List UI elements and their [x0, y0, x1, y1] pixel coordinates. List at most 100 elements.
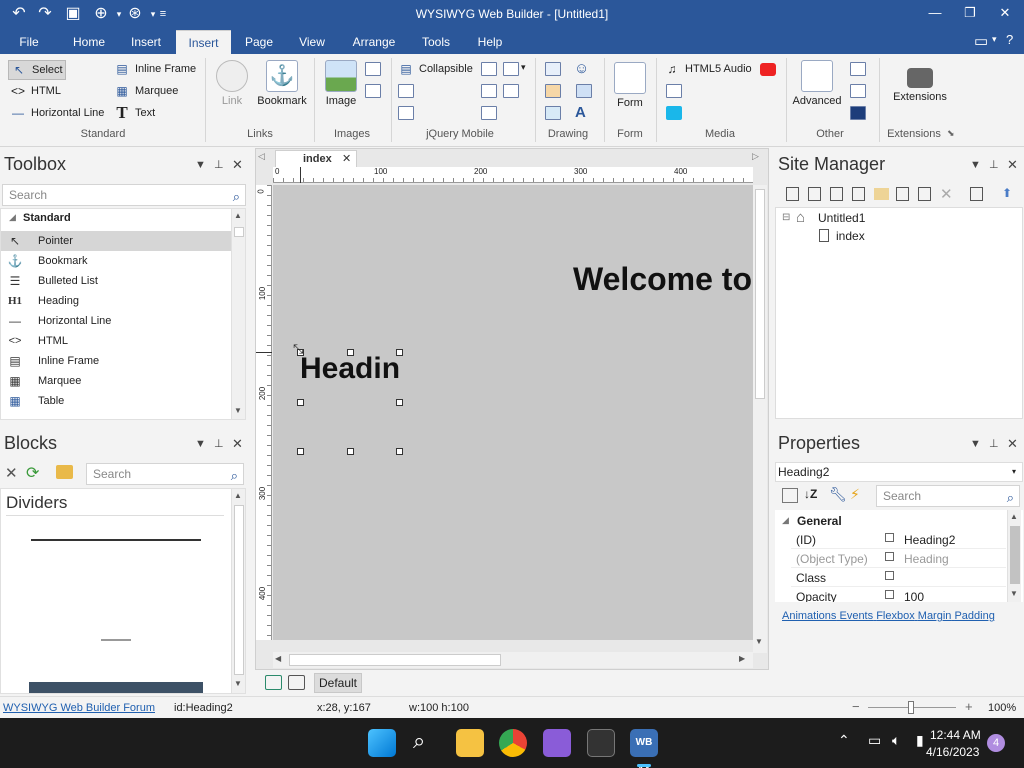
tab-insert[interactable]: Insert: [124, 30, 168, 54]
chevron-up-icon[interactable]: ⌃: [838, 732, 850, 749]
add-layout-icon[interactable]: [265, 675, 282, 690]
close-button[interactable]: ✕: [990, 4, 1020, 22]
scroll-down-icon[interactable]: ▼: [234, 406, 242, 415]
html5-audio-button[interactable]: ♫ HTML5 Audio: [664, 62, 752, 76]
close-icon[interactable]: ✕: [232, 436, 243, 452]
minimize-button[interactable]: —: [920, 4, 950, 22]
scroll-up-icon[interactable]: ▲: [1010, 512, 1018, 521]
pin-icon[interactable]: ⊥: [214, 437, 224, 450]
tab-scroll-right-icon[interactable]: ▷: [752, 151, 759, 162]
categorized-icon[interactable]: [782, 488, 798, 503]
toolbox-item-html[interactable]: <> HTML: [1, 331, 231, 351]
line-icon[interactable]: [545, 106, 561, 120]
zoom-out-icon[interactable]: −: [852, 699, 860, 714]
resize-handle[interactable]: [347, 448, 354, 455]
visual-studio-icon[interactable]: [543, 729, 571, 757]
resize-handle[interactable]: [297, 399, 304, 406]
youtube-icon[interactable]: [760, 63, 776, 76]
divider-block-preview[interactable]: [101, 639, 131, 641]
edit-value-icon[interactable]: [885, 590, 894, 599]
network-icon[interactable]: ▭: [868, 732, 881, 749]
refresh-icon[interactable]: ⟳: [26, 463, 39, 483]
collapse-icon[interactable]: ◢: [782, 515, 789, 526]
image-button[interactable]: Image: [322, 60, 360, 107]
toolbox-item-bookmark[interactable]: ⚓ Bookmark: [1, 251, 231, 271]
welcome-heading[interactable]: Welcome to: [573, 261, 752, 298]
move-up-icon[interactable]: ⬆: [1002, 186, 1012, 200]
tab-file[interactable]: File: [10, 30, 48, 54]
listview-icon[interactable]: [398, 84, 414, 98]
events-link[interactable]: Events: [839, 610, 873, 622]
forum-link[interactable]: WYSIWYG Web Builder Forum: [3, 702, 155, 714]
scroll-down-icon[interactable]: ▼: [755, 637, 763, 646]
menu-icon[interactable]: [850, 84, 866, 98]
close-tab-icon[interactable]: ✕: [342, 152, 351, 165]
wrench-icon[interactable]: 🔧︎: [829, 486, 847, 503]
panel-menu-icon[interactable]: ▼: [195, 438, 206, 450]
divider-block-preview[interactable]: [31, 539, 201, 541]
vimeo-icon[interactable]: [666, 106, 682, 120]
advanced-button[interactable]: Advanced: [790, 60, 844, 107]
resize-handle[interactable]: [396, 349, 403, 356]
delete-icon[interactable]: ✕: [940, 185, 953, 203]
zoom-slider-thumb[interactable]: [908, 701, 914, 714]
web-builder-icon[interactable]: WB 14: [630, 729, 658, 768]
properties-search-input[interactable]: Search ⌕: [876, 485, 1020, 507]
edit-value-icon[interactable]: [885, 552, 894, 561]
navbar-icon[interactable]: [481, 62, 497, 76]
battery-icon[interactable]: ▮: [916, 732, 924, 749]
tab-home[interactable]: Home: [64, 30, 114, 54]
animations-link[interactable]: Animations: [782, 610, 836, 622]
toolbox-scrollbar[interactable]: ▲ ▼: [231, 209, 245, 419]
edit-value-icon[interactable]: [885, 571, 894, 580]
clock-time[interactable]: 12:44 AM: [930, 728, 981, 742]
form-button[interactable]: Form: [612, 62, 648, 109]
zoom-in-icon[interactable]: +: [965, 699, 973, 714]
toolbox-item-pointer[interactable]: ↖ Pointer: [1, 231, 231, 251]
display-icon[interactable]: ▭: [974, 32, 988, 50]
property-row[interactable]: Opacity 100: [791, 587, 1006, 602]
folder-icon[interactable]: [56, 465, 73, 479]
manage-icon[interactable]: [970, 187, 983, 201]
video-icon[interactable]: [666, 84, 682, 98]
shapes-icon[interactable]: [545, 84, 561, 98]
scroll-thumb[interactable]: [1010, 526, 1020, 584]
tab-page[interactable]: Page: [238, 30, 280, 54]
popup-icon[interactable]: [503, 84, 519, 98]
start-icon[interactable]: [368, 729, 396, 757]
page-canvas[interactable]: Welcome to Headin ⤡: [273, 185, 753, 640]
resize-handle[interactable]: [347, 349, 354, 356]
notification-badge[interactable]: 4: [987, 734, 1005, 752]
text-button[interactable]: T Text: [114, 104, 155, 121]
property-row[interactable]: Class: [791, 568, 1006, 587]
divider-block-preview[interactable]: [29, 682, 203, 693]
scroll-down-icon[interactable]: ▼: [234, 679, 242, 688]
new-page-icon[interactable]: [786, 187, 799, 201]
resize-handle[interactable]: [396, 448, 403, 455]
properties-scrollbar[interactable]: ▲ ▼: [1007, 510, 1021, 602]
chevron-down-icon[interactable]: ▾: [1012, 463, 1016, 481]
editor-vertical-scrollbar[interactable]: ▼: [753, 185, 767, 653]
page-properties-icon[interactable]: [830, 187, 843, 201]
scroll-up-icon[interactable]: ▲: [234, 211, 242, 220]
layout-settings-icon[interactable]: [288, 675, 305, 690]
close-icon[interactable]: ✕: [232, 157, 243, 173]
document-tab[interactable]: index ✕: [275, 150, 357, 168]
clock-date[interactable]: 4/16/2023: [926, 745, 979, 759]
collapse-icon[interactable]: ◢: [9, 212, 16, 223]
pin-icon[interactable]: ⊥: [214, 158, 224, 171]
edit-page-icon[interactable]: [896, 187, 909, 201]
tab-help[interactable]: Help: [472, 30, 508, 54]
inline-frame-button[interactable]: ▤ Inline Frame: [114, 62, 196, 76]
toolbox-item-heading[interactable]: H1 Heading: [1, 291, 231, 311]
panel-icon[interactable]: [398, 106, 414, 120]
panel-menu-icon[interactable]: ▼: [970, 159, 981, 171]
scroll-down-icon[interactable]: ▼: [1010, 589, 1018, 598]
marquee-button[interactable]: ▦ Marquee: [114, 84, 178, 98]
flexbox-link[interactable]: Flexbox: [876, 610, 915, 622]
lock-icon[interactable]: [850, 62, 866, 76]
search-icon[interactable]: ⌕: [1007, 488, 1014, 508]
pin-icon[interactable]: ⊥: [989, 158, 999, 171]
blocks-scrollbar[interactable]: ▲ ▼: [231, 489, 245, 693]
chevron-down-icon[interactable]: ▾: [992, 34, 997, 45]
